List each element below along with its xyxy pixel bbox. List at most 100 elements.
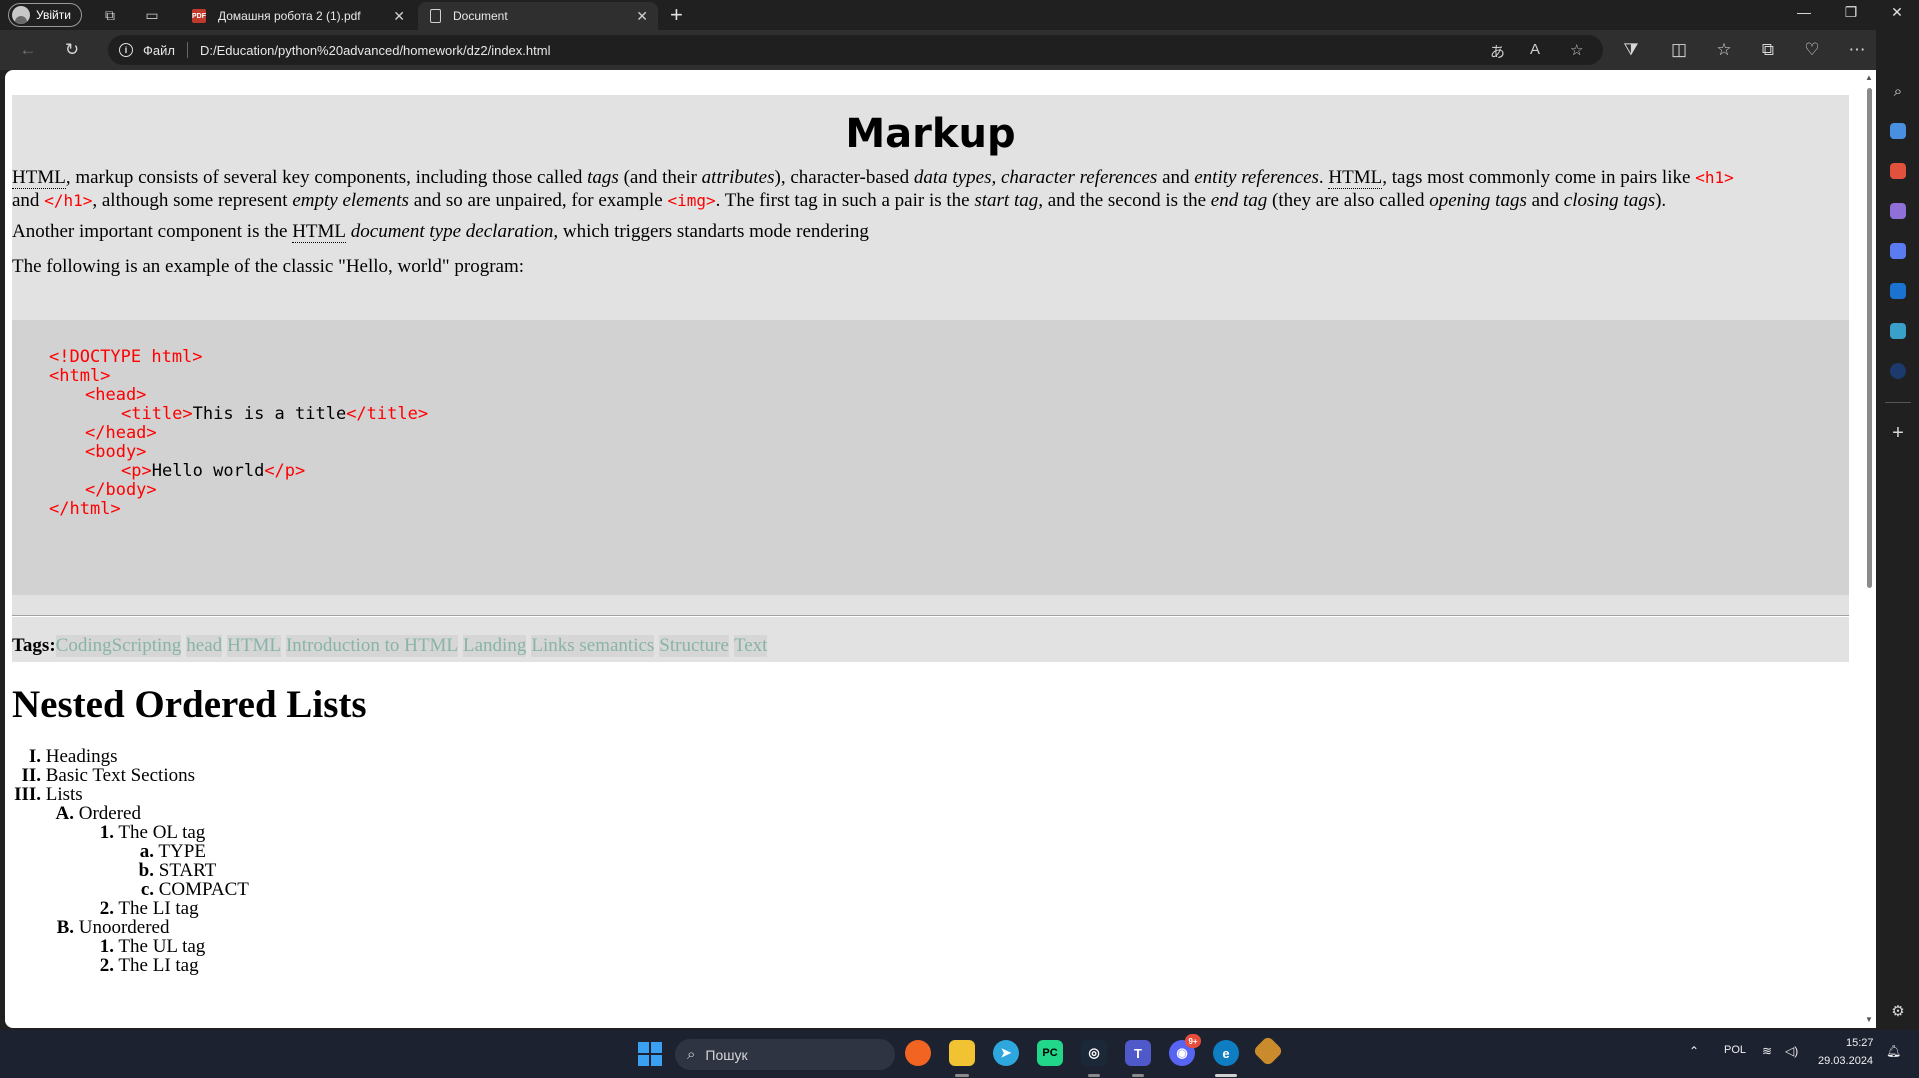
clock-time[interactable]: 15:27 [1846,1037,1874,1049]
address-bar[interactable]: i Файл D:/Education/python%20advanced/ho… [108,35,1603,65]
tag-link[interactable]: Text [733,635,768,657]
markup-paragraph-3: The following is an example of the class… [12,256,525,277]
active-indicator [1215,1074,1237,1077]
back-arrow-icon[interactable]: ← [16,38,40,62]
more-menu-icon[interactable]: ⋯ [1845,38,1869,62]
volume-icon[interactable]: ◁) [1785,1044,1798,1058]
games-icon[interactable] [1887,200,1909,222]
restore-icon[interactable]: ❐ [1836,4,1866,21]
soundcloud-icon[interactable] [905,1040,931,1066]
refresh-icon[interactable]: ↻ [60,38,84,62]
tag-link[interactable]: Links semantics [531,635,655,657]
nested-lists-heading: Nested Ordered Lists [12,683,367,726]
copilot-sidebar-icon[interactable] [1887,240,1909,262]
edge-icon[interactable]: e [1213,1040,1239,1066]
document-icon [430,9,441,23]
tags-row: Tags: CodingScripting head HTML Introduc… [12,635,772,657]
settings-gear-icon[interactable]: ⚙ [1887,1000,1909,1022]
code-line: <!DOCTYPE html> [49,347,203,367]
tags-label: Tags: [12,635,56,656]
navigation-bar: ← ↻ i Файл D:/Education/python%20advance… [0,30,1919,70]
abbr-html: HTML [292,221,347,243]
tab-title: Document [453,9,508,23]
browser-essentials-icon[interactable]: ♡ [1800,38,1824,62]
code-example: <!DOCTYPE html> <html> <head> <title>Thi… [12,320,1849,595]
pycharm-icon[interactable]: PC [1037,1040,1063,1066]
search-icon[interactable]: ⌕ [1887,80,1909,102]
code-line: <title>This is a title</title> [121,404,429,424]
pdf-icon: PDF [192,9,206,23]
new-tab-button[interactable]: + [670,3,683,27]
code-img: <img> [667,191,716,210]
info-icon[interactable]: i [119,43,133,57]
markup-paragraph-2: Another important component is the HTML … [12,221,869,243]
address-scheme-label: Файл [143,42,175,58]
code-line: <head> [85,385,147,405]
code-line: </html> [49,499,121,519]
close-tab-icon[interactable]: ✕ [393,8,405,25]
tab-pdf[interactable]: PDF Домашня робота 2 (1).pdf ✕ [180,2,415,30]
split-screen-icon[interactable]: ◫ [1667,38,1691,62]
address-divider [186,42,188,58]
code-line: </head> [85,423,157,443]
code-line: <body> [85,442,147,462]
tag-link[interactable]: HTML [227,635,281,657]
tools-icon[interactable] [1887,160,1909,182]
scroll-thumb[interactable] [1867,88,1872,588]
teams-icon[interactable]: T [1125,1040,1151,1066]
tab-title: Домашня робота 2 (1).pdf [218,9,361,23]
url-text[interactable]: D:/Education/python%20advanced/homework/… [200,43,551,58]
markup-heading: Markup [845,111,1016,157]
collections-icon[interactable]: ⧉ [1756,38,1780,62]
vertical-tabs-icon[interactable]: ▭ [142,5,162,25]
sidebar-app-icon[interactable] [1887,360,1909,382]
edge-sidebar: ⌕ + ⚙ [1876,30,1919,1030]
minimize-icon[interactable]: — [1789,4,1819,20]
markup-paragraph-1: HTML, markup consists of several key com… [12,167,1734,211]
profile-label: Увійти [36,8,71,22]
close-tab-icon[interactable]: ✕ [636,8,648,25]
tray-overflow-icon[interactable]: ⌃ [1689,1044,1699,1058]
page-scrollbar[interactable]: ▲ ▼ [1863,70,1876,1028]
code-line: <html> [49,366,111,386]
translate-icon[interactable]: あ [1490,41,1505,62]
shopping-icon[interactable] [1887,120,1909,142]
notifications-bell-icon[interactable]: 🔔︎ [1886,1044,1901,1058]
scroll-up-icon[interactable]: ▲ [1865,73,1873,82]
git-icon[interactable] [1252,1035,1284,1067]
tag-link[interactable]: CodingScripting [55,635,182,657]
search-icon: ⌕ [687,1046,696,1063]
tag-link[interactable]: Landing [463,635,527,657]
file-explorer-icon[interactable] [949,1040,975,1066]
section-divider [12,615,1849,617]
telegram-icon[interactable]: ➤ [993,1040,1019,1066]
markup-section: Markup HTML, markup consists of several … [12,95,1849,662]
workspaces-icon[interactable]: ⧉ [100,5,120,25]
tag-link[interactable]: Introduction to HTML [285,635,459,657]
profile-button[interactable]: Увійти [8,3,82,27]
clock-date[interactable]: 29.03.2024 [1818,1055,1873,1067]
taskbar-search[interactable]: ⌕ Пошук [675,1039,895,1070]
favorites-icon[interactable]: ☆ [1712,38,1736,62]
tag-link[interactable]: head [186,635,223,657]
running-indicator [1088,1074,1100,1077]
scroll-down-icon[interactable]: ▼ [1865,1015,1873,1024]
avatar-icon [12,6,30,24]
list-item: 2. The LI tag [99,955,199,976]
language-indicator[interactable]: POL [1724,1044,1746,1056]
steam-icon[interactable]: ◎ [1081,1040,1107,1066]
tag-link[interactable]: Structure [659,635,729,657]
tab-document[interactable]: Document ✕ [418,2,658,30]
tab-bar: Увійти ⧉ ▭ PDF Домашня робота 2 (1).pdf … [0,0,1919,30]
discord-badge: 9+ [1185,1034,1201,1048]
wifi-icon[interactable]: ≋ [1762,1044,1772,1058]
outlook-icon[interactable] [1887,280,1909,302]
extensions-icon[interactable]: ⧩ [1619,38,1643,62]
windows-start-icon[interactable] [638,1042,662,1066]
close-window-icon[interactable]: ✕ [1882,4,1912,21]
favorite-star-icon[interactable]: ☆ [1570,41,1583,59]
read-aloud-icon[interactable]: A [1530,41,1540,58]
drop-icon[interactable] [1887,320,1909,342]
add-icon[interactable]: + [1887,422,1909,444]
code-h1-close: </h1> [44,191,93,210]
